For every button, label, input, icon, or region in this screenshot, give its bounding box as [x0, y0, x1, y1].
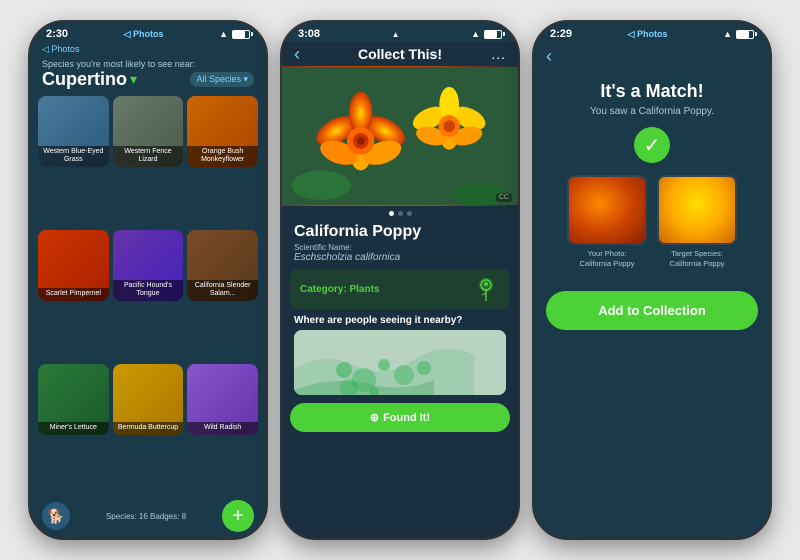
location-text: Cupertino: [42, 69, 127, 90]
time-3: 2:29: [550, 28, 572, 40]
status-bar-3: 2:29 ◁ Photos ▲: [534, 22, 770, 42]
photo-thumb-2: [657, 175, 737, 245]
sci-name: Eschscholzia californica: [294, 252, 506, 263]
battery-icon: [232, 30, 250, 39]
species-grid: Western Blue-Eyed GrassWestern Fence Liz…: [30, 96, 266, 494]
battery-icon-2: [484, 30, 502, 39]
nearby-title: Where are people seeing it nearby?: [294, 315, 506, 326]
species-cell[interactable]: Bermuda Buttercup: [113, 364, 184, 435]
dot-1: [389, 211, 394, 216]
species-cell[interactable]: Wild Radish: [187, 364, 258, 435]
species-cell-name: Orange Bush Monkeyflower: [187, 146, 258, 167]
species-cell[interactable]: Pacific Hound's Tongue: [113, 230, 184, 301]
nav-bar-1: ◁ Photos: [30, 42, 266, 55]
wifi-icon: ▲: [219, 29, 228, 39]
category-bar: Category: Plants: [290, 269, 510, 309]
screen-2: ‹ Collect This! ...: [282, 42, 518, 538]
location-section: Species you're most likely to see near: …: [30, 55, 266, 96]
found-it-button[interactable]: ⊕ Found It!: [290, 403, 510, 432]
map-bg: [294, 330, 506, 395]
category-text: Category: Plants: [300, 284, 379, 295]
species-cell[interactable]: Western Fence Lizard: [113, 96, 184, 167]
common-name: California Poppy: [294, 223, 506, 241]
species-cell-name: Miner's Lettuce: [38, 422, 109, 434]
back-button-3[interactable]: ‹: [546, 46, 552, 67]
species-cell[interactable]: Miner's Lettuce: [38, 364, 109, 435]
dot-indicators: [282, 206, 518, 219]
status-bar-1: 2:30 ◁ Photos ▲: [30, 22, 266, 42]
sci-label: Scientific Name:: [294, 243, 506, 252]
screen-3: ‹ It's a Match! You saw a California Pop…: [534, 42, 770, 538]
species-cell-name: Pacific Hound's Tongue: [113, 280, 184, 301]
nav-back-3[interactable]: ◁ Photos: [628, 29, 668, 40]
wifi-icon-2: ▲: [471, 29, 480, 39]
found-it-label: Found It!: [383, 412, 430, 424]
poppy-thumb-bg: [569, 177, 645, 243]
found-it-plus-icon: ⊕: [370, 411, 379, 424]
match-subtitle: You saw a California Poppy.: [590, 106, 714, 117]
photos-row: Your Photo: California Poppy Target Spec…: [567, 175, 737, 269]
species-cell[interactable]: Western Blue-Eyed Grass: [38, 96, 109, 167]
cc-badge: CC: [496, 193, 512, 202]
bottom-bar: 🐕 Species: 16 Badges: 8 +: [30, 494, 266, 538]
plant-icon: [472, 275, 500, 303]
species-cell-name: Western Blue-Eyed Grass: [38, 146, 109, 167]
species-info: California Poppy Scientific Name: Eschsc…: [282, 219, 518, 269]
check-circle: ✓: [634, 127, 670, 163]
battery-icon-3: [736, 30, 754, 39]
status-bar-2: 3:08 ▲ ▲: [282, 22, 518, 42]
screen-title-2: Collect This!: [358, 46, 442, 62]
screen-1: ◁ Photos Species you're most likely to s…: [30, 42, 266, 538]
location-row: Cupertino ▾ All Species ▾: [42, 69, 254, 90]
status-icons-3: ▲: [723, 29, 754, 39]
location-name[interactable]: Cupertino ▾: [42, 69, 137, 90]
yellow-thumb-bg: [659, 177, 735, 243]
species-cell-name: Wild Radish: [187, 422, 258, 434]
status-icons-2: ▲: [471, 29, 502, 39]
species-label: Species you're most likely to see near:: [42, 59, 254, 69]
dot-3: [407, 211, 412, 216]
time-2: 3:08: [298, 28, 320, 40]
time-1: 2:30: [46, 28, 68, 40]
match-title: It's a Match!: [600, 81, 703, 102]
dot-2: [398, 211, 403, 216]
species-cell-name: Bermuda Buttercup: [113, 422, 184, 434]
flower-image: CC: [282, 66, 518, 206]
photo-card-1: Your Photo: California Poppy: [567, 175, 647, 269]
stats-text: Species: 16 Badges: 8: [106, 512, 186, 521]
dog-icon: 🐕: [42, 502, 70, 530]
phone-2: 3:08 ▲ ▲ ‹ Collect This! ...: [280, 20, 520, 540]
flower-bg: [282, 66, 518, 206]
species-cell-name: Scarlet Pimpernel: [38, 288, 109, 300]
nav-bar-3: ‹: [534, 42, 770, 71]
photo-label-1: Your Photo: California Poppy: [579, 249, 634, 269]
species-cell-name: California Slender Salam...: [187, 280, 258, 301]
phone-3: 2:29 ◁ Photos ▲ ‹ It's a Match! You saw …: [532, 20, 772, 540]
nearby-section: Where are people seeing it nearby?: [282, 309, 518, 399]
photo-card-2: Target Species: California Poppy: [657, 175, 737, 269]
add-collection-button[interactable]: Add to Collection: [546, 291, 758, 330]
map-preview[interactable]: [294, 330, 506, 395]
location-dropdown-icon[interactable]: ▾: [130, 71, 137, 88]
phone-1: 2:30 ◁ Photos ▲ ◁ Photos Species you're …: [28, 20, 268, 540]
species-cell[interactable]: Orange Bush Monkeyflower: [187, 96, 258, 167]
wifi-icon-3: ▲: [723, 29, 732, 39]
species-cell-name: Western Fence Lizard: [113, 146, 184, 167]
all-species-button[interactable]: All Species ▾: [190, 72, 254, 87]
back-button-2[interactable]: ‹: [294, 44, 300, 65]
species-cell[interactable]: Scarlet Pimpernel: [38, 230, 109, 301]
photo-label-2: Target Species: California Poppy: [669, 249, 724, 269]
nav-back-photos-1[interactable]: ◁ Photos: [42, 44, 79, 55]
nav-bar-2: ‹ Collect This! ...: [282, 42, 518, 66]
match-section: It's a Match! You saw a California Poppy…: [534, 71, 770, 283]
nav-back-1[interactable]: ◁ Photos: [124, 29, 164, 40]
map-svg: [294, 330, 506, 395]
gps-icon: ▲: [392, 30, 400, 39]
photo-thumb-1: [567, 175, 647, 245]
flower-svg: [282, 66, 518, 206]
fab-button[interactable]: +: [222, 500, 254, 532]
more-button-2[interactable]: ...: [491, 46, 506, 62]
species-cell[interactable]: California Slender Salam...: [187, 230, 258, 301]
status-icons-1: ▲: [219, 29, 250, 39]
